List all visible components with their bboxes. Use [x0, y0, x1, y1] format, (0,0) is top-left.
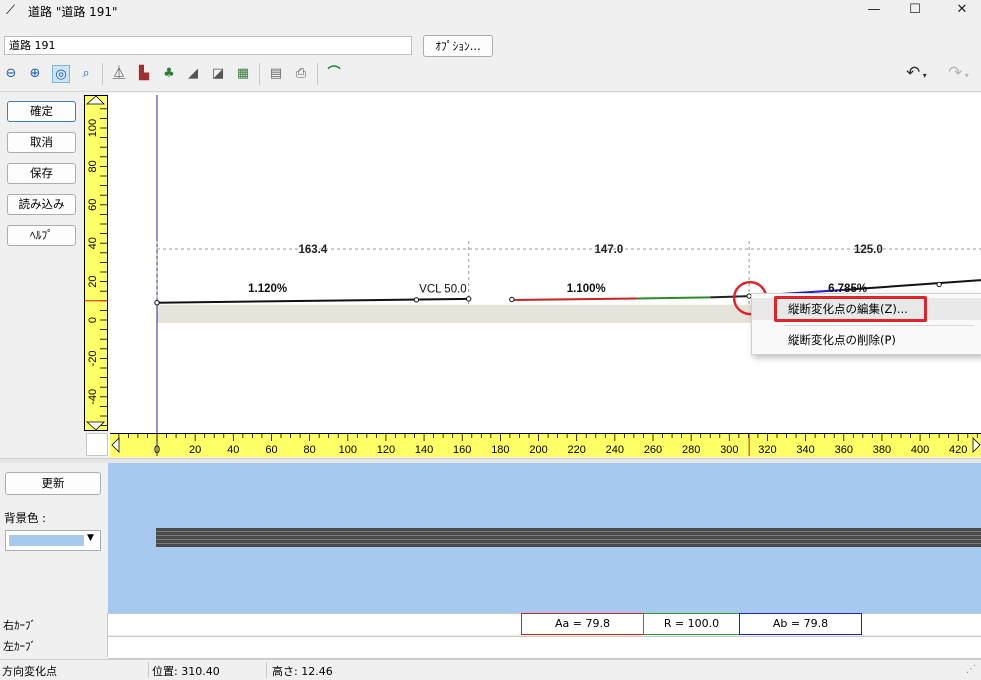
x-tick-label: 420 [949, 444, 967, 456]
y-tick-label: 80 [87, 160, 99, 172]
x-tick-label: 160 [453, 444, 471, 456]
x-tick-label: 60 [265, 444, 277, 456]
menu-divider [784, 325, 974, 326]
grade-label: 1.120% [248, 283, 287, 295]
background-color-dropdown[interactable]: ▼ [5, 530, 101, 551]
x-tick-label: 0 [154, 444, 160, 456]
chevron-down-icon: ▼ [87, 533, 94, 543]
x-tick-label: 140 [415, 444, 433, 456]
x-tick-label: 380 [873, 444, 891, 456]
menu-item-highlight-box [774, 296, 927, 322]
color-swatch [9, 535, 84, 546]
x-tick-label: 260 [644, 444, 662, 456]
x-tick-label: 100 [339, 444, 357, 456]
x-tick-label: 340 [796, 444, 814, 456]
x-tick-label: 20 [189, 444, 201, 456]
y-tick-label: -40 [87, 389, 99, 405]
y-tick-label: -20 [87, 350, 99, 366]
vertical-curve-green [637, 296, 711, 300]
y-tick-label: 60 [87, 199, 99, 211]
status-divider [148, 662, 149, 678]
vcl-label: VCL 50.0 [419, 284, 467, 296]
curve-label-divider [107, 613, 108, 657]
y-tick-label: 40 [87, 237, 99, 249]
profile-segment [156, 297, 469, 304]
profile-vertex [936, 281, 942, 288]
section-length-label: 147.0 [595, 244, 624, 256]
x-tick-label: 180 [491, 444, 509, 456]
x-tick-label: 280 [682, 444, 700, 456]
x-tick-label: 200 [529, 444, 547, 456]
grade-label: 1.100% [567, 283, 606, 295]
x-tick-label: 120 [377, 444, 395, 456]
ruler-right-arrow-icon [972, 437, 981, 453]
status-mode: 方向変化点 [2, 665, 57, 678]
x-tick-label: 320 [758, 444, 776, 456]
vertical-curve-red [511, 297, 638, 302]
profile-vertex [509, 296, 515, 303]
x-tick-label: 220 [568, 444, 586, 456]
x-tick-label: 240 [606, 444, 624, 456]
status-height: 高さ: 12.46 [272, 665, 333, 678]
ruler-left-arrow-icon [111, 437, 120, 453]
left-curve-label: 左ｶｰﾌﾞ [3, 640, 36, 653]
profile-vertex [154, 300, 160, 306]
section-length-label: 163.4 [298, 244, 327, 256]
x-tick-label: 400 [911, 444, 929, 456]
profile-vertex [466, 296, 472, 302]
curve-ab-box[interactable]: Ab = 79.8 [739, 613, 862, 635]
profile-vertex [413, 297, 420, 303]
section-length-label: 125.0 [854, 244, 883, 256]
status-divider [266, 662, 267, 678]
right-curve-label: 右ｶｰﾌﾞ [3, 619, 36, 632]
y-tick-label: 0 [87, 317, 99, 323]
delete-vertical-point-menu-item[interactable]: 縦断変化点の削除(P) [752, 329, 981, 351]
x-tick-label: 40 [227, 444, 239, 456]
x-tick-label: 80 [303, 444, 315, 456]
x-tick-label: 360 [835, 444, 853, 456]
resize-grip-icon[interactable]: ⋰ [966, 664, 976, 675]
curve-r-box[interactable]: R = 100.0 [643, 613, 740, 635]
status-position: 位置: 310.40 [152, 665, 220, 678]
update-button[interactable]: 更新 [5, 472, 101, 495]
y-tick-label: 20 [87, 275, 99, 287]
background-color-label: 背景色 : [4, 511, 47, 525]
curve-aa-box[interactable]: Aa = 79.8 [521, 613, 644, 635]
left-curve-row [108, 636, 981, 659]
ruler-up-arrow-icon [85, 95, 105, 105]
profile-chart[interactable]: 163.4 147.0 125.01.120% 1.100% 6.785%VCL 50.… [0, 0, 981, 460]
road-strip[interactable] [156, 528, 981, 547]
y-tick-label: 100 [87, 119, 99, 137]
x-tick-label: 300 [720, 444, 738, 456]
status-bar: 方向変化点 位置: 310.40 高さ: 12.46 ⋰ [0, 659, 981, 680]
profile-segment [710, 295, 750, 299]
